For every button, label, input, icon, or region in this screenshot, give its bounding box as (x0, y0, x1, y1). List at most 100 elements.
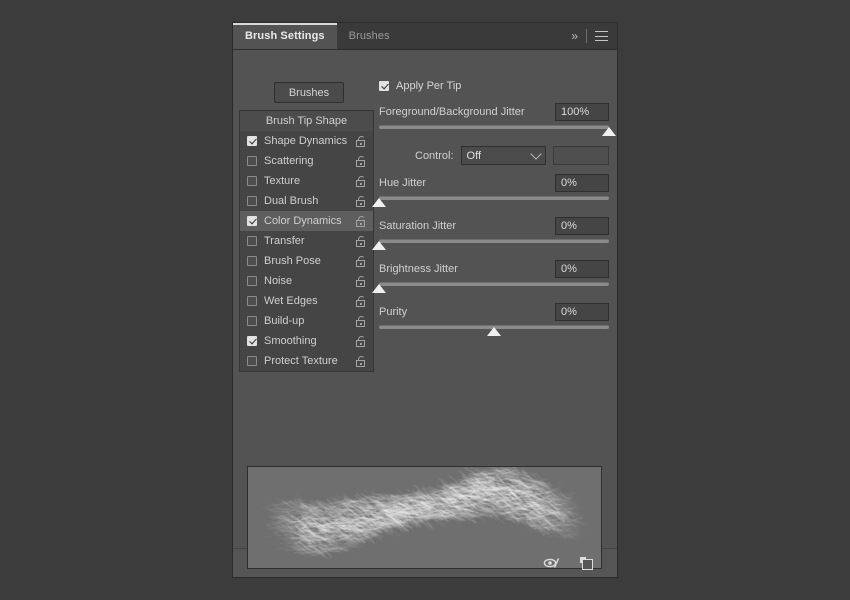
brush-option-label: Smoothing (264, 335, 317, 347)
brush-option-checkbox[interactable] (247, 236, 257, 246)
brightness-jitter-row: Brightness Jitter 0% (379, 259, 609, 278)
brushes-button-label: Brushes (288, 86, 330, 99)
brightness-jitter-label: Brightness Jitter (379, 262, 458, 275)
hue-jitter-thumb[interactable] (372, 198, 386, 207)
brush-option-checkbox[interactable] (247, 296, 257, 306)
saturation-jitter-block: Saturation Jitter 0% (372, 216, 609, 251)
brush-option-label: Scattering (264, 155, 314, 167)
brightness-jitter-thumb[interactable] (372, 284, 386, 293)
brush-option-row[interactable]: Wet Edges (240, 291, 373, 311)
lock-icon[interactable] (356, 215, 365, 227)
tab-bar-tools: » (571, 23, 617, 49)
fg-bg-jitter-slider[interactable] (379, 123, 616, 137)
lock-icon[interactable] (356, 275, 365, 287)
brush-option-checkbox[interactable] (247, 316, 257, 326)
collapse-chevrons-icon[interactable]: » (571, 30, 578, 42)
control-dropdown[interactable]: Off (460, 146, 546, 165)
brush-option-label: Brush Pose (264, 255, 321, 267)
saturation-jitter-track (379, 239, 609, 243)
purity-value[interactable]: 0% (555, 302, 609, 321)
lock-icon[interactable] (356, 155, 365, 167)
color-dynamics-controls: Apply Per Tip Foreground/Background Jitt… (372, 78, 616, 337)
brush-option-row[interactable]: Dual Brush (240, 191, 373, 211)
brush-option-checkbox[interactable] (247, 276, 257, 286)
brush-option-row[interactable]: Brush Pose (240, 251, 373, 271)
hue-jitter-row: Hue Jitter 0% (379, 173, 609, 192)
saturation-jitter-value[interactable]: 0% (555, 216, 609, 235)
brush-option-label: Texture (264, 175, 301, 187)
fg-bg-jitter-label: Foreground/Background Jitter (379, 105, 525, 118)
brush-option-row[interactable]: Build-up (240, 311, 373, 331)
purity-row: Purity 0% (379, 302, 609, 321)
purity-block: Purity 0% (379, 302, 609, 337)
apply-per-tip-checkbox[interactable] (379, 81, 389, 91)
brush-option-checkbox[interactable] (247, 176, 257, 186)
brush-option-label: Protect Texture (264, 355, 338, 367)
control-label: Control: (415, 149, 454, 162)
brightness-jitter-value[interactable]: 0% (555, 259, 609, 278)
saturation-jitter-row: Saturation Jitter 0% (379, 216, 609, 235)
live-brush-tip-preview-icon[interactable] (543, 555, 561, 571)
lock-icon[interactable] (356, 195, 365, 207)
brush-option-label: Dual Brush (264, 195, 319, 207)
brush-option-row[interactable]: Protect Texture (240, 351, 373, 371)
panel-tab-bar: Brush Settings Brushes » (233, 23, 617, 50)
brush-option-checkbox[interactable] (247, 196, 257, 206)
brush-option-checkbox[interactable] (247, 336, 257, 346)
brush-option-checkbox[interactable] (247, 136, 257, 146)
control-row: Control: Off (379, 146, 609, 165)
purity-label: Purity (379, 305, 408, 318)
control-secondary-field[interactable] (552, 146, 609, 165)
lock-icon[interactable] (356, 335, 365, 347)
fg-bg-jitter-row: Foreground/Background Jitter 100% (379, 102, 609, 121)
brush-option-label: Shape Dynamics (264, 135, 348, 147)
hue-jitter-slider[interactable] (372, 194, 609, 208)
brush-option-label: Transfer (264, 235, 305, 247)
brush-option-row[interactable]: Scattering (240, 151, 373, 171)
tab-brush-settings-label: Brush Settings (245, 30, 325, 42)
brush-settings-panel: Brush Settings Brushes » Brushes Brush T… (232, 22, 618, 578)
lock-icon[interactable] (356, 235, 365, 247)
brush-tip-shape-label: Brush Tip Shape (265, 115, 348, 127)
brush-option-checkbox[interactable] (247, 356, 257, 366)
lock-icon[interactable] (356, 135, 365, 147)
lock-icon[interactable] (356, 355, 365, 367)
brush-option-row[interactable]: Transfer (240, 231, 373, 251)
brush-tip-shape-header[interactable]: Brush Tip Shape (240, 111, 373, 131)
fg-bg-jitter-track (379, 125, 609, 129)
brush-option-row[interactable]: Texture (240, 171, 373, 191)
panel-menu-icon[interactable] (595, 31, 608, 41)
fg-bg-jitter-thumb[interactable] (602, 127, 616, 136)
brush-option-label: Noise (264, 275, 293, 287)
purity-thumb[interactable] (487, 327, 501, 336)
brush-option-row[interactable]: Noise (240, 271, 373, 291)
brush-option-checkbox[interactable] (247, 256, 257, 266)
fg-bg-jitter-block: Foreground/Background Jitter 100% (379, 102, 616, 137)
brightness-jitter-slider[interactable] (372, 280, 609, 294)
tab-brushes[interactable]: Brushes (337, 23, 402, 49)
hue-jitter-value[interactable]: 0% (555, 173, 609, 192)
purity-slider[interactable] (379, 323, 609, 337)
apply-per-tip-row[interactable]: Apply Per Tip (379, 78, 609, 94)
hue-jitter-block: Hue Jitter 0% (372, 173, 609, 208)
saturation-jitter-thumb[interactable] (372, 241, 386, 250)
brush-option-row[interactable]: Shape Dynamics (240, 131, 373, 151)
brightness-jitter-block: Brightness Jitter 0% (372, 259, 609, 294)
lock-icon[interactable] (356, 175, 365, 187)
brush-option-row[interactable]: Smoothing (240, 331, 373, 351)
create-new-brush-icon[interactable] (577, 555, 595, 571)
lock-icon[interactable] (356, 315, 365, 327)
saturation-jitter-slider[interactable] (372, 237, 609, 251)
brushes-button[interactable]: Brushes (274, 82, 344, 103)
brush-option-checkbox[interactable] (247, 216, 257, 226)
fg-bg-jitter-value[interactable]: 100% (555, 102, 609, 121)
brush-option-checkbox[interactable] (247, 156, 257, 166)
panel-body: Brushes Brush Tip Shape Shape Dynamics Sc… (233, 50, 617, 569)
apply-per-tip-label: Apply Per Tip (396, 80, 462, 92)
tab-brush-settings[interactable]: Brush Settings (233, 23, 337, 49)
lock-icon[interactable] (356, 295, 365, 307)
hue-jitter-track (379, 196, 609, 200)
brush-options-list: Brush Tip Shape Shape Dynamics Scattering… (239, 110, 374, 372)
lock-icon[interactable] (356, 255, 365, 267)
brush-option-row[interactable]: Color Dynamics (240, 211, 373, 231)
